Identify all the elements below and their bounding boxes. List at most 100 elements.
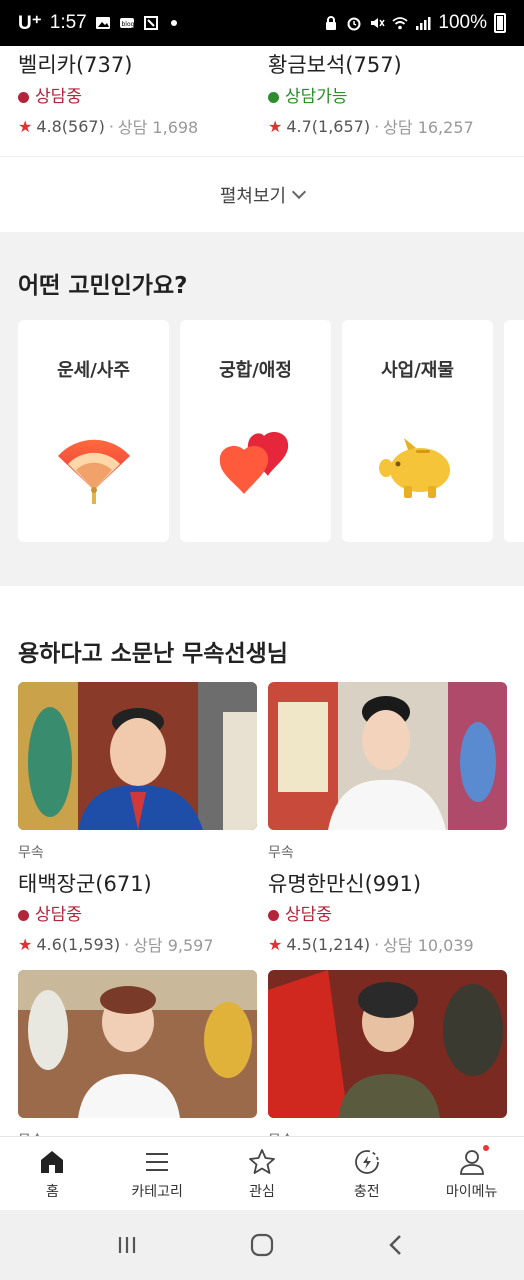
rating-value: 4.8(567)	[36, 116, 105, 136]
status-badge: 상담중	[18, 86, 258, 108]
more-dot-icon	[170, 20, 177, 26]
nav-label: 관심	[249, 1183, 275, 1200]
consult-count: 상담 9,597	[133, 936, 214, 955]
consult-count: 상담 16,257	[383, 118, 474, 137]
nav-home[interactable]: 홈	[0, 1137, 105, 1210]
status-dot	[268, 909, 279, 921]
chevron-down-icon	[292, 184, 307, 199]
separator-dot: ·	[124, 934, 130, 954]
teacher-photo	[268, 682, 507, 830]
status-dot	[18, 91, 29, 103]
category-label: 궁합/애정	[219, 360, 292, 381]
home-button-icon[interactable]	[248, 1231, 276, 1259]
section-title: 용하다고 소문난 무속선생님	[18, 641, 288, 667]
recent-apps-icon[interactable]	[113, 1231, 141, 1259]
clock: 1:57	[49, 12, 87, 33]
status-badge: 상담중	[268, 904, 507, 926]
rating-row: ★ 4.6(1,593) · 상담 9,597	[18, 932, 257, 956]
nav-label: 홈	[45, 1183, 59, 1200]
category-card-fortune[interactable]: 운세/사주	[18, 320, 169, 542]
battery-icon	[494, 13, 506, 33]
star-icon: ★	[268, 934, 283, 954]
separator-dot: ·	[374, 934, 380, 954]
blog-icon: blog	[119, 18, 134, 28]
notification-dot	[483, 1145, 490, 1151]
star-icon: ★	[268, 116, 283, 136]
charge-icon	[354, 1149, 379, 1174]
teacher-photo	[18, 970, 257, 1118]
status-label: 상담중	[35, 87, 82, 107]
rating-row: ★ 4.5(1,214) · 상담 10,039	[268, 932, 507, 956]
rating-value: 4.7(1,657)	[286, 116, 371, 136]
status-dot	[18, 909, 29, 921]
notification-icon	[143, 16, 158, 30]
rating-value: 4.5(1,214)	[286, 934, 371, 954]
teacher-name: 유명한만신(991)	[268, 872, 422, 896]
counselor-card[interactable]: 황금보석(757) 상담가능 ★ 4.7(1,657) · 상담 16,257	[268, 50, 508, 138]
rating-row: ★ 4.7(1,657) · 상담 16,257	[268, 114, 508, 138]
nav-label: 마이메뉴	[445, 1183, 498, 1200]
star-icon	[249, 1148, 275, 1174]
nav-favorites[interactable]: 관심	[210, 1137, 315, 1210]
status-bar: U⁺ 1:57 blog 100%	[0, 0, 524, 46]
back-icon[interactable]	[383, 1231, 411, 1259]
nav-label: 충전	[353, 1183, 380, 1200]
signal-icon	[416, 17, 431, 30]
expand-button[interactable]: 펼쳐보기	[0, 156, 524, 232]
teacher-photo	[18, 682, 257, 830]
counselor-row: 벨리카(737) 상담중 ★ 4.8(567) · 상담 1,698 황금보석(…	[0, 46, 524, 156]
nav-my-menu[interactable]: 마이메뉴	[419, 1137, 524, 1210]
counselor-name: 벨리카(737)	[18, 53, 133, 77]
teacher-photo	[268, 970, 507, 1118]
concern-section: 어떤 고민인가요? 운세/사주 궁합/애정 사업/재물	[0, 232, 524, 586]
hearts-icon	[219, 432, 289, 494]
menu-icon	[146, 1152, 169, 1171]
teacher-card[interactable]: 무속 태백장군(671) 상담중 ★ 4.6(1,593) · 상담 9,597	[18, 682, 257, 956]
category-label: 사업/재물	[381, 360, 454, 381]
teacher-category: 무속	[18, 845, 44, 861]
svg-text:blog: blog	[121, 21, 134, 28]
person-icon	[459, 1149, 484, 1175]
status-badge: 상담중	[18, 904, 257, 926]
main-content: 벨리카(737) 상담중 ★ 4.8(567) · 상담 1,698 황금보석(…	[0, 46, 524, 1136]
counselor-card[interactable]: 벨리카(737) 상담중 ★ 4.8(567) · 상담 1,698	[18, 50, 258, 138]
nav-label: 카테고리	[131, 1183, 183, 1200]
wifi-icon	[392, 17, 408, 30]
category-card-partial[interactable]	[504, 320, 524, 542]
teacher-card[interactable]: 무속	[268, 970, 507, 1136]
status-label: 상담가능	[285, 87, 348, 107]
star-icon: ★	[18, 934, 33, 954]
category-card-love[interactable]: 궁합/애정	[180, 320, 331, 542]
section-title: 어떤 고민인가요?	[18, 273, 188, 299]
consult-count: 상담 10,039	[383, 936, 474, 955]
rating-row: ★ 4.8(567) · 상담 1,698	[18, 114, 258, 138]
consult-count: 상담 1,698	[117, 118, 199, 137]
category-label: 운세/사주	[57, 360, 130, 381]
teacher-category: 무속	[268, 845, 294, 861]
category-card-business[interactable]: 사업/재물	[342, 320, 493, 542]
status-label: 상담중	[285, 905, 332, 925]
separator-dot: ·	[108, 116, 114, 136]
status-label: 상담중	[35, 905, 82, 925]
status-badge: 상담가능	[268, 86, 508, 108]
star-icon: ★	[18, 116, 33, 136]
alarm-icon	[347, 17, 361, 31]
nav-category[interactable]: 카테고리	[105, 1137, 210, 1210]
teacher-section: 용하다고 소문난 무속선생님 무속 태백장군(671) 상담중 ★ 4.6(1,…	[0, 586, 524, 1136]
teacher-card[interactable]: 무속 유명한만신(991) 상담중 ★ 4.5(1,214) · 상담 10,0…	[268, 682, 507, 956]
mute-icon	[371, 18, 386, 28]
status-dot	[268, 91, 279, 103]
bottom-nav: 홈 카테고리 관심 충전 마이메뉴	[0, 1136, 524, 1210]
nav-charge[interactable]: 충전	[314, 1137, 419, 1210]
rating-value: 4.6(1,593)	[36, 934, 121, 954]
counselor-name: 황금보석(757)	[268, 53, 402, 77]
expand-label: 펼쳐보기	[219, 185, 287, 207]
teacher-card[interactable]: 무속	[18, 970, 257, 1136]
piggy-bank-icon	[379, 438, 450, 498]
lock-icon	[326, 16, 337, 30]
battery-percent: 100%	[438, 12, 487, 33]
carrier-label: U⁺	[18, 12, 42, 34]
teacher-name: 태백장군(671)	[18, 872, 152, 896]
separator-dot: ·	[374, 116, 380, 136]
fan-icon	[58, 439, 130, 504]
